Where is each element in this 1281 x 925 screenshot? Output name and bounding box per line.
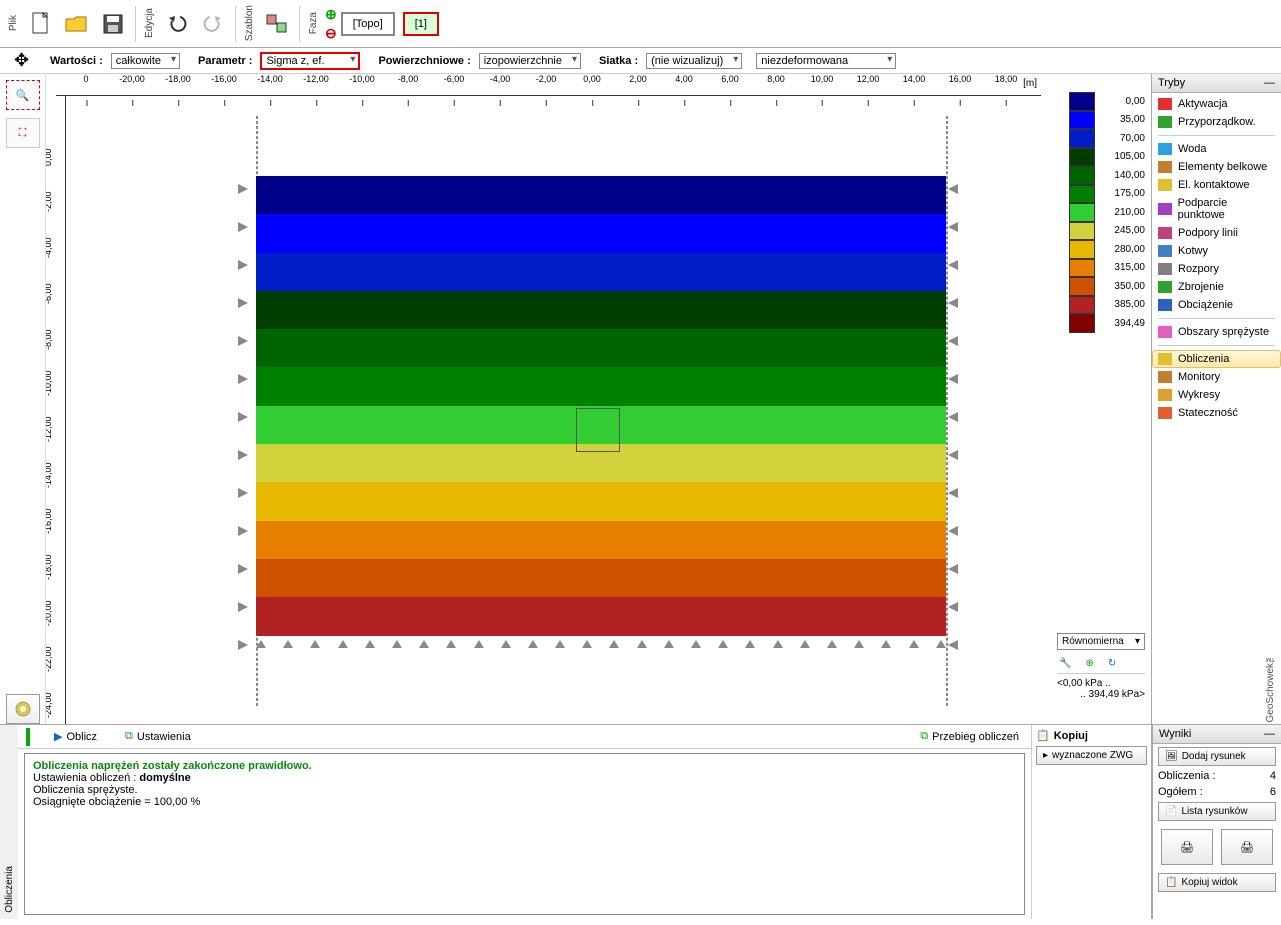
zoom-tool[interactable]: 🔍: [6, 80, 40, 110]
mode-item-6[interactable]: Podpory linii: [1152, 224, 1281, 242]
contour-plot: [256, 176, 946, 636]
geoschowek-label: GeoSchowek™: [1265, 652, 1276, 722]
left-toolbar: 🔍 ⛶: [0, 74, 46, 724]
mode-item-5[interactable]: Podparcie punktowe: [1152, 194, 1281, 224]
legend: 0,0035,0070,00105,00140,00175,00210,0024…: [1051, 74, 1151, 724]
values-label: Wartości :: [50, 55, 103, 67]
mode-item-7[interactable]: Kotwy: [1152, 242, 1281, 260]
move-icon[interactable]: ✥: [14, 50, 29, 71]
redo-button[interactable]: [197, 4, 229, 44]
wyniki-panel: Wyniki— 🖼Dodaj rysunek Obliczenia :4 Ogó…: [1151, 725, 1281, 919]
minimize-icon[interactable]: —: [1264, 77, 1275, 89]
extent-tool[interactable]: ⛶: [6, 118, 40, 148]
mode-item-15[interactable]: Stateczność: [1152, 404, 1281, 422]
param-select[interactable]: Sigma z, ef.: [260, 52, 360, 70]
legend-min: <0,00 kPa ..: [1057, 678, 1145, 689]
legend-add-icon[interactable]: ⊕: [1085, 658, 1093, 669]
calculate-button[interactable]: ▶Oblicz: [50, 728, 101, 745]
mode-item-13[interactable]: Monitory: [1152, 368, 1281, 386]
save-file-button[interactable]: [97, 4, 129, 44]
main-area: 🔍 ⛶ 0-20,00-18,00-16,00-14,00-12,00-10,0…: [0, 74, 1281, 724]
horizontal-ruler: 0-20,00-18,00-16,00-14,00-12,00-10,00-8,…: [56, 74, 1041, 96]
minimize-icon[interactable]: —: [1264, 728, 1275, 740]
phase-1-button[interactable]: [1]: [403, 12, 439, 36]
phase-group-label: Faza: [306, 10, 321, 36]
mode-item-9[interactable]: Zbrojenie: [1152, 278, 1281, 296]
canvas[interactable]: 0-20,00-18,00-16,00-14,00-12,00-10,00-8,…: [46, 74, 1051, 724]
mode-item-3[interactable]: Elementy belkowe: [1152, 158, 1281, 176]
calc-progress-button[interactable]: ⧉Przebieg obliczeń: [916, 728, 1023, 745]
mesh-label: Siatka :: [599, 55, 638, 67]
print-button-1[interactable]: 🖨: [1161, 829, 1213, 865]
add-drawing-button[interactable]: 🖼Dodaj rysunek: [1158, 747, 1276, 766]
copy-zwg-button[interactable]: ▸wyznaczone ZWG: [1036, 746, 1147, 765]
param-label: Parametr :: [198, 55, 252, 67]
vertical-ruler: 0,00-2,00-4,00-6,00-8,00-10,00-12,00-14,…: [46, 96, 66, 724]
unit-label: [m]: [1023, 78, 1037, 89]
kopiuj-panel: 📋Kopiuj ▸wyznaczone ZWG: [1031, 725, 1151, 919]
mode-item-8[interactable]: Rozpory: [1152, 260, 1281, 278]
wyniki-title: Wyniki: [1159, 728, 1191, 740]
mode-item-14[interactable]: Wykresy: [1152, 386, 1281, 404]
modes-panel: Tryby — AktywacjaPrzyporządkow. WodaElemen…: [1151, 74, 1281, 724]
mode-item-2[interactable]: Woda: [1152, 140, 1281, 158]
mode-item-11[interactable]: Obszary sprężyste: [1152, 323, 1281, 341]
log-output: Obliczenia naprężeń zostały zakończone p…: [24, 753, 1025, 915]
open-file-button[interactable]: [61, 4, 93, 44]
file-group-label: Plik: [6, 13, 21, 33]
new-file-button[interactable]: [25, 4, 57, 44]
legend-scale-select[interactable]: Równomierna▾: [1057, 633, 1145, 650]
modes-title: Tryby: [1158, 77, 1185, 89]
copy-icon: 📋: [1036, 729, 1050, 742]
values-select[interactable]: całkowite: [111, 53, 180, 69]
surface-label: Powierzchniowe :: [378, 55, 470, 67]
bottom-section: Obliczenia ▶Oblicz ⧉Ustawienia ⧉Przebieg…: [0, 724, 1281, 919]
settings-gear-button[interactable]: [6, 694, 40, 724]
settings-button[interactable]: ⧉Ustawienia: [121, 728, 195, 745]
mode-item-12[interactable]: Obliczenia: [1152, 350, 1281, 368]
mode-item-0[interactable]: Aktywacja: [1152, 95, 1281, 113]
legend-config-icon[interactable]: 🔧: [1059, 658, 1071, 669]
top-toolbar: Plik Edycja Szablon Faza ⊕ ⊖ [Topo] [1]: [0, 0, 1281, 48]
template-group-label: Szablon: [242, 3, 257, 43]
parameter-bar: ✥ Wartości : całkowite Parametr : Sigma …: [0, 48, 1281, 74]
undo-button[interactable]: [161, 4, 193, 44]
remove-phase-button[interactable]: ⊖: [325, 25, 337, 42]
edit-group-label: Edycja: [142, 6, 157, 40]
mode-item-4[interactable]: El. kontaktowe: [1152, 176, 1281, 194]
mode-item-1[interactable]: Przyporządkow.: [1152, 113, 1281, 131]
legend-max: .. 394,49 kPa>: [1057, 689, 1145, 700]
list-drawings-button[interactable]: 📄Lista rysunków: [1158, 802, 1276, 821]
bottom-side-label: Obliczenia: [4, 860, 15, 919]
surface-select[interactable]: izopowierzchnie: [479, 53, 581, 69]
template-button[interactable]: [261, 4, 293, 44]
add-phase-button[interactable]: ⊕: [325, 6, 337, 23]
print-button-2[interactable]: 🖨: [1221, 829, 1273, 865]
phase-topo-button[interactable]: [Topo]: [341, 12, 395, 36]
copy-view-button[interactable]: 📋Kopiuj widok: [1158, 873, 1276, 892]
mode-item-10[interactable]: Obciążenie: [1152, 296, 1281, 314]
deform-select[interactable]: niezdeformowana: [756, 53, 896, 69]
mesh-select[interactable]: (nie wizualizuj): [646, 53, 742, 69]
selection-rect: [576, 408, 620, 452]
legend-reset-icon[interactable]: ↻: [1108, 658, 1116, 669]
